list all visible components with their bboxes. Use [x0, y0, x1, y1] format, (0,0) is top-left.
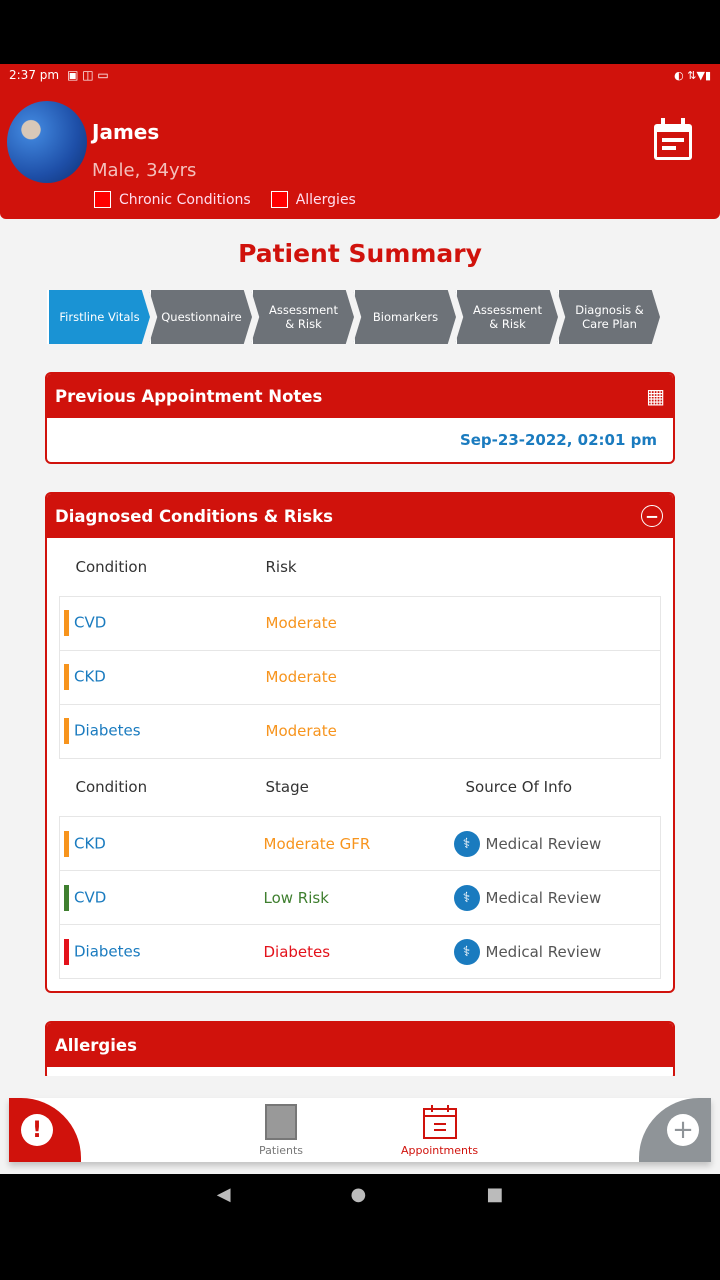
home-icon[interactable]: ● — [351, 1184, 367, 1205]
nav-appointments[interactable]: Appointments — [401, 1104, 478, 1157]
source-of-info: Medical Review — [485, 834, 602, 853]
risk-table: Condition Risk CVD Moderate CKD Moderate Diab… — [59, 538, 661, 759]
diagnosed-conditions-card: Diagnosed Conditions & Risks − Condition R… — [45, 492, 675, 993]
previous-notes-card: Previous Appointment Notes ▦ Sep-23-2022,… — [45, 372, 675, 464]
nav-patients[interactable]: Patients — [259, 1104, 303, 1157]
back-icon[interactable]: ◀ — [217, 1184, 231, 1205]
plus-icon: + — [667, 1114, 699, 1146]
add-button[interactable]: + — [639, 1098, 711, 1162]
risk-row[interactable]: Diabetes Moderate — [59, 703, 661, 758]
status-time: 2:37 pm — [9, 68, 60, 82]
condition-name: Diabetes — [74, 942, 141, 960]
patient-name: James — [92, 120, 160, 144]
allergies-tag[interactable]: Allergies — [270, 191, 356, 208]
risk-level: Moderate — [249, 703, 661, 758]
risk-row[interactable]: CKD Moderate — [59, 649, 661, 704]
avatar[interactable] — [7, 101, 87, 183]
card-title: Diagnosed Conditions & Risks — [55, 506, 333, 526]
stage-row[interactable]: CKD Moderate GFR ⚕ Medical Review — [59, 816, 661, 871]
patient-details: Male, 34yrs — [92, 160, 197, 181]
condition-name: CKD — [74, 834, 106, 852]
source-of-info: Medical Review — [485, 942, 602, 961]
condition-name: CKD — [74, 667, 106, 686]
severity-bar — [64, 610, 69, 636]
collapse-icon[interactable]: − — [641, 505, 663, 527]
system-icons: ◐ ⇅▼▮ — [674, 68, 711, 82]
calendar-icon[interactable] — [652, 118, 694, 162]
progress-steps: Firstline Vitals Questionnaire Assessmen… — [47, 290, 675, 344]
card-title: Allergies — [55, 1035, 137, 1055]
severity-bar — [64, 664, 69, 690]
status-bar: 2:37 pm ▣ ◫ ▭ ◐ ⇅▼▮ — [0, 64, 720, 86]
severity-bar — [64, 884, 69, 911]
stage-value: Low Risk — [249, 870, 450, 925]
checkbox-icon — [270, 191, 288, 208]
card-title: Previous Appointment Notes — [55, 386, 323, 406]
step-assessment-risk-2[interactable]: Assessment & Risk — [455, 290, 558, 344]
severity-bar — [64, 718, 69, 744]
allergies-card: Allergies — [45, 1021, 675, 1081]
risk-row[interactable]: CVD Moderate — [59, 595, 661, 650]
patient-header: James Male, 34yrs Chronic Conditions All… — [0, 86, 720, 219]
stage-value: Diabetes — [249, 924, 450, 979]
alert-button[interactable]: ! — [9, 1098, 81, 1162]
severity-bar — [64, 938, 69, 965]
appointment-date[interactable]: Sep-23-2022, 02:01 pm — [47, 418, 673, 462]
alert-icon: ! — [21, 1114, 53, 1146]
stage-row[interactable]: CVD Low Risk ⚕ Medical Review — [59, 870, 661, 925]
app-screen: 2:37 pm ▣ ◫ ▭ ◐ ⇅▼▮ James Male, 34yrs Ch… — [0, 64, 720, 1174]
severity-bar — [64, 830, 69, 857]
calendar-icon — [422, 1105, 457, 1139]
risk-level: Moderate — [249, 649, 661, 704]
calendar-icon[interactable]: ▦ — [646, 384, 665, 408]
page-title: Patient Summary — [238, 239, 482, 268]
stage-row[interactable]: Diabetes Diabetes ⚕ Medical Review — [59, 924, 661, 979]
condition-name: CVD — [74, 613, 107, 632]
recents-icon[interactable]: ■ — [486, 1184, 503, 1205]
stethoscope-icon: ⚕ — [453, 830, 480, 857]
patient-icon — [265, 1104, 298, 1140]
step-questionnaire[interactable]: Questionnaire — [149, 290, 252, 344]
condition-name: Diabetes — [74, 721, 141, 740]
step-biomarkers[interactable]: Biomarkers — [353, 290, 456, 344]
condition-name: CVD — [74, 888, 107, 906]
step-firstline-vitals[interactable]: Firstline Vitals — [47, 290, 150, 344]
risk-level: Moderate — [249, 595, 661, 650]
source-of-info: Medical Review — [485, 888, 602, 907]
stethoscope-icon: ⚕ — [453, 938, 480, 965]
step-diagnosis-care-plan[interactable]: Diagnosis & Care Plan — [557, 290, 660, 344]
step-assessment-risk[interactable]: Assessment & Risk — [251, 290, 354, 344]
stethoscope-icon: ⚕ — [453, 884, 480, 911]
chronic-conditions-tag[interactable]: Chronic Conditions — [94, 191, 251, 208]
system-nav: ◀ ● ■ — [0, 1174, 720, 1214]
bottom-nav: ! Patients Appointments + — [9, 1098, 711, 1162]
notification-icons: ▣ ◫ ▭ — [67, 68, 109, 82]
stage-value: Moderate GFR — [249, 816, 450, 871]
checkbox-icon — [94, 191, 111, 208]
stage-table: Condition Stage Source Of Info CKD Moderate… — [59, 759, 661, 980]
